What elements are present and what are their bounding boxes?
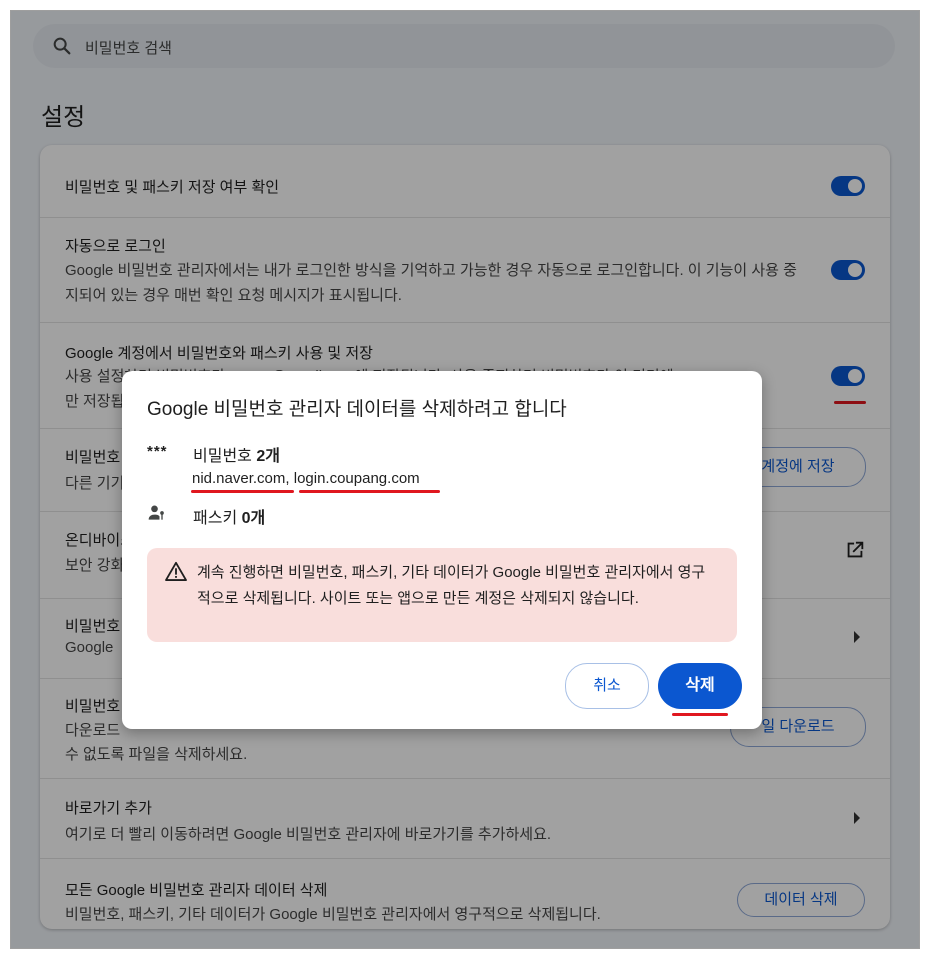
dialog-title: Google 비밀번호 관리자 데이터를 삭제하려고 합니다 <box>147 399 567 420</box>
passkeys-count: 0개 <box>241 510 266 527</box>
passwords-count: 2개 <box>256 448 280 465</box>
site-2: login.coupang.com <box>293 470 420 487</box>
passkey-icon <box>148 505 164 520</box>
cancel-button[interactable]: 취소 <box>565 663 649 709</box>
passwords-count-line: 비밀번호 2개 <box>193 442 280 466</box>
passkeys-count-line: 패스키 0개 <box>193 504 265 528</box>
password-icon: *** <box>147 443 168 460</box>
passwords-label: 비밀번호 <box>193 448 257 465</box>
site-separator: , <box>285 470 294 487</box>
warning-icon <box>165 561 187 581</box>
site-2-annotation-underline <box>299 490 440 493</box>
delete-button[interactable]: 삭제 <box>658 663 742 709</box>
delete-data-dialog: Google 비밀번호 관리자 데이터를 삭제하려고 합니다 *** 비밀번호 … <box>122 371 762 729</box>
site-1-annotation-underline <box>191 490 294 493</box>
warning-box: 계속 진행하면 비밀번호, 패스키, 기타 데이터가 Google 비밀번호 관… <box>147 548 737 642</box>
site-1: nid.naver.com <box>192 470 286 487</box>
delete-annotation-underline <box>672 713 728 716</box>
warning-text: 계속 진행하면 비밀번호, 패스키, 기타 데이터가 Google 비밀번호 관… <box>197 564 706 607</box>
passkeys-label: 패스키 <box>193 510 242 527</box>
affected-sites: nid.naver.com, login.coupang.com <box>192 470 420 487</box>
